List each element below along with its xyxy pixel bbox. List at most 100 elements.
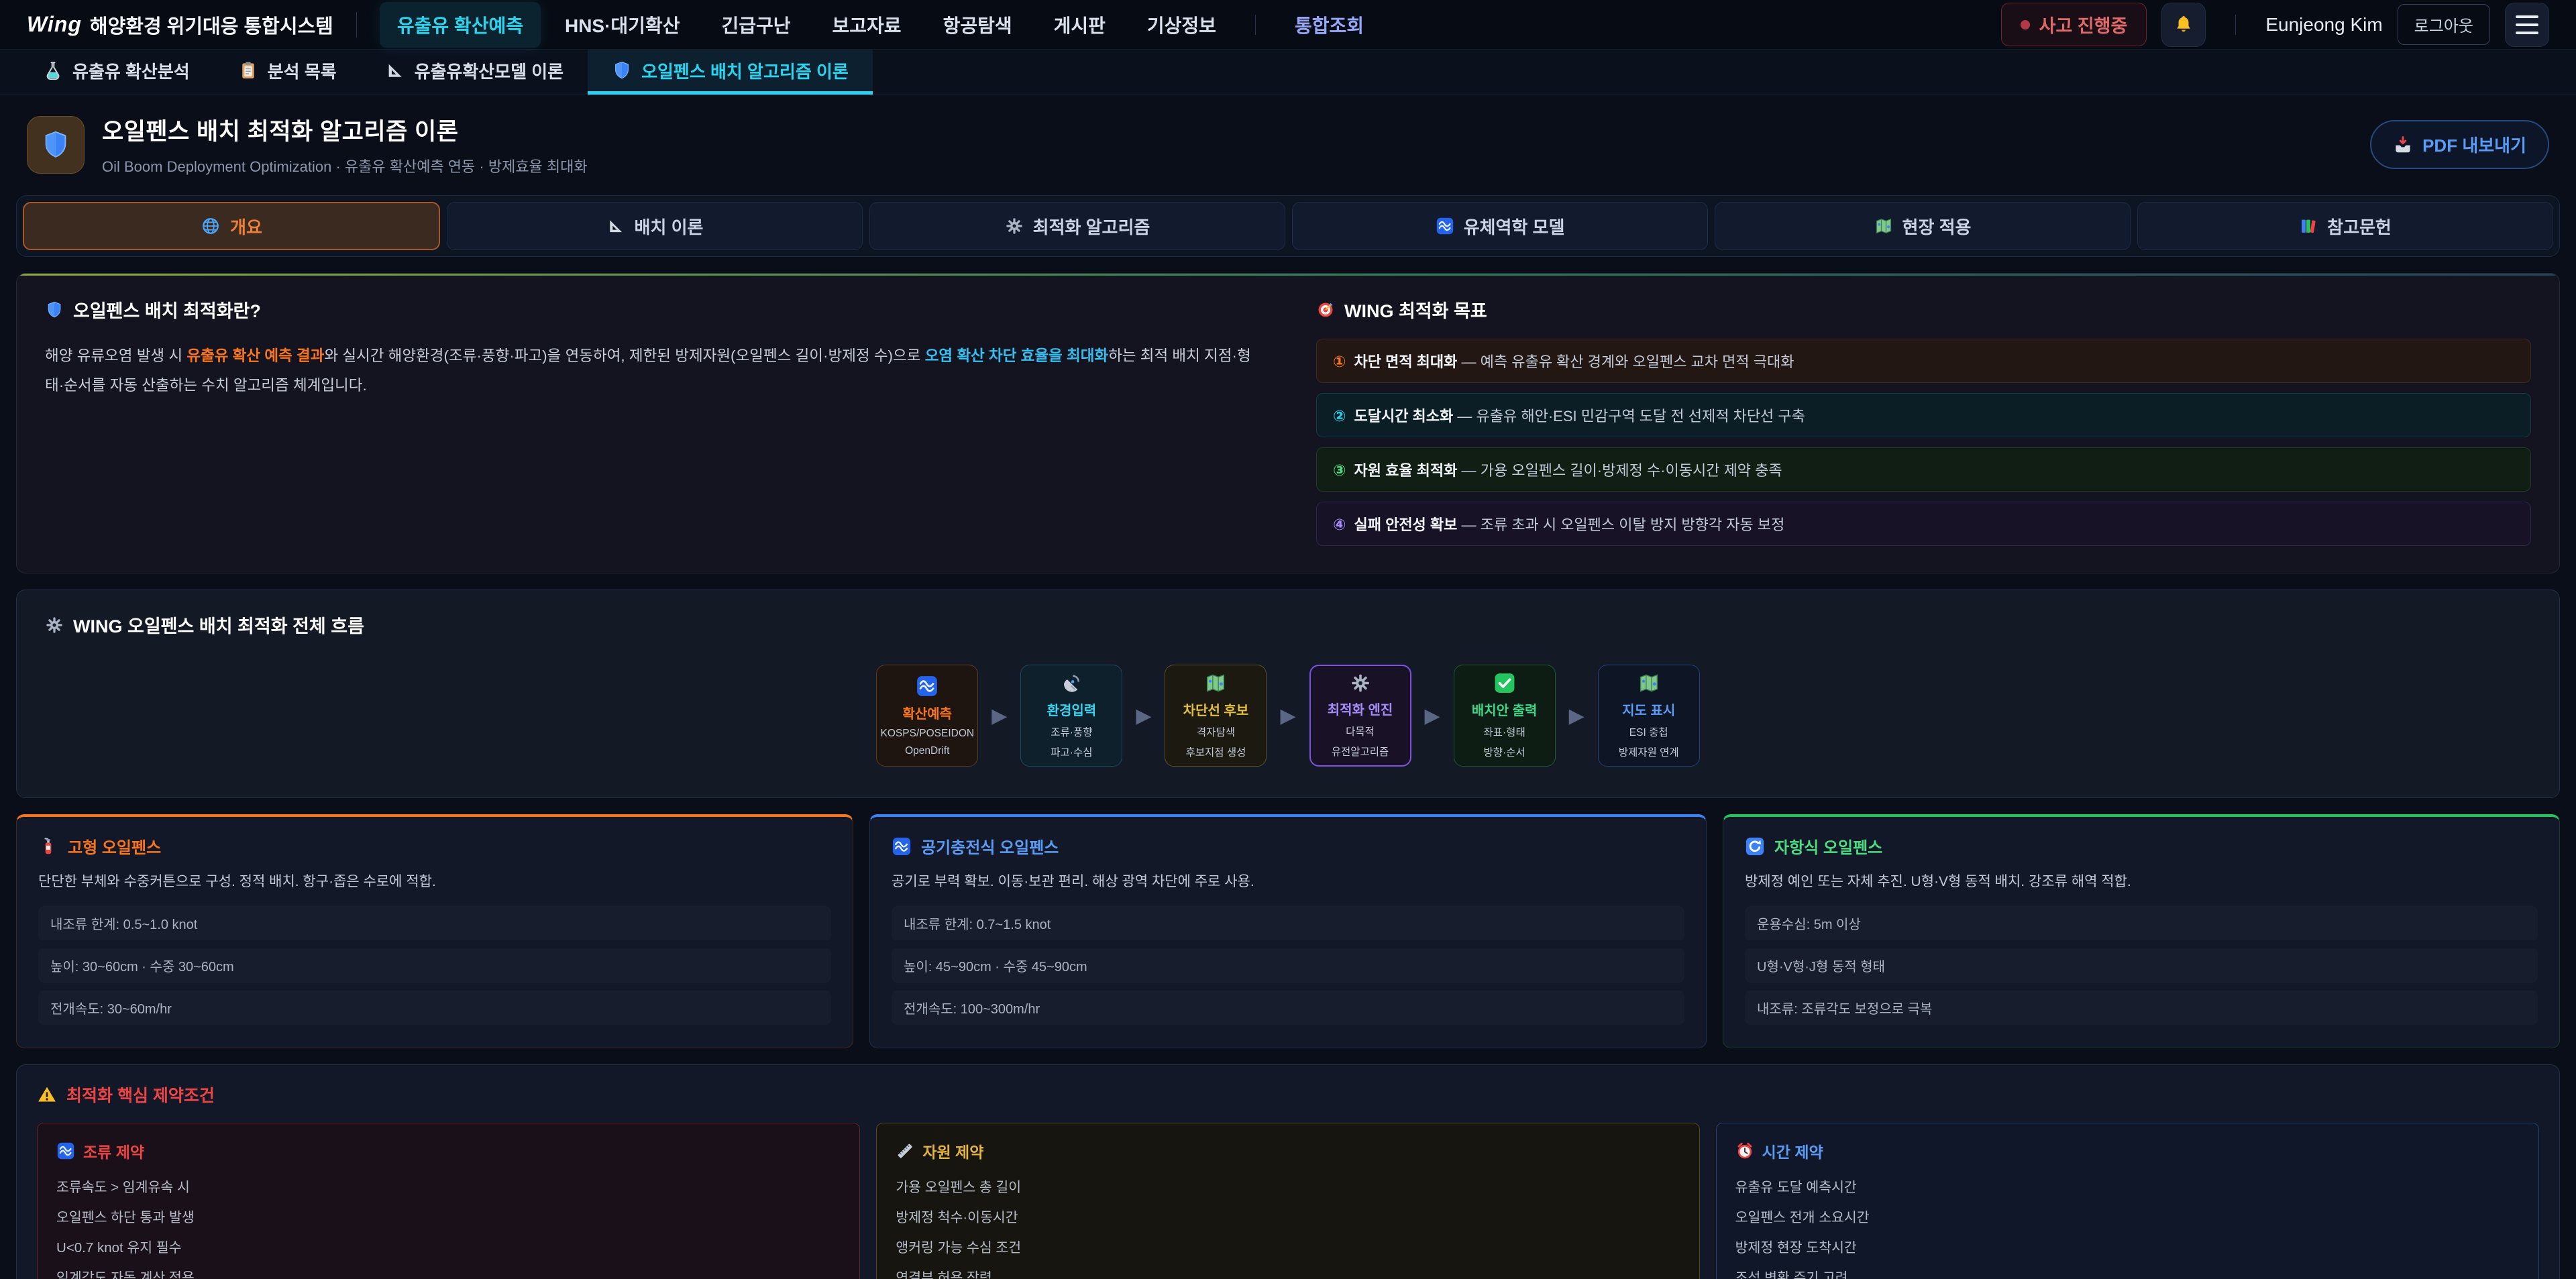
constraint-card-current: 조류 제약 조류속도 > 임계유속 시 오일펜스 하단 통과 발생 U<0.7 … (37, 1123, 860, 1279)
section-tab-bar: 개요 배치 이론 최적화 알고리즘 유체역학 모델 현장 적용 참고문헌 (16, 195, 2560, 257)
flow-heading: WING 오일펜스 배치 최적화 전체 흐름 (73, 612, 364, 638)
check-icon (1493, 672, 1516, 694)
constraints-panel: 최적화 핵심 제약조건 조류 제약 조류속도 > 임계유속 시 오일펜스 하단 … (16, 1064, 2560, 1279)
highlight-maximize-blocking: 오염 확산 차단 효율을 최대화 (925, 347, 1108, 364)
map-icon (1874, 217, 1893, 235)
globe-icon (201, 216, 221, 236)
constraint-line: 조석 변환 주기 고려 (1735, 1266, 2520, 1279)
warning-icon (37, 1085, 57, 1105)
flow-step-barrier-candidates: 차단선 후보 격자탐색 후보지점 생성 (1165, 665, 1267, 767)
logout-button[interactable]: 로그아웃 (2398, 4, 2490, 45)
arrow-right-icon: ▶ (1136, 704, 1151, 728)
notifications-button[interactable] (2161, 3, 2206, 47)
shield-icon (45, 300, 64, 319)
hamburger-icon (2516, 15, 2538, 34)
top-navbar: Wing 해양환경 위기대응 통합시스템 유출유 확산예측 HNS·대기확산 긴… (0, 0, 2576, 50)
boom-card-desc: 방제정 예인 또는 자체 추진. U형·V형 동적 배치. 강조류 해역 적합. (1745, 871, 2538, 893)
satellite-icon (1060, 672, 1083, 694)
nav-item-hns[interactable]: HNS·대기확산 (547, 2, 697, 48)
nav-item-oil-spill-prediction[interactable]: 유출유 확산예측 (380, 2, 541, 48)
extinguisher-icon (38, 836, 58, 856)
status-dot-icon (2021, 20, 2030, 30)
constraint-line: 오일펜스 하단 통과 발생 (56, 1206, 841, 1226)
books-icon (2299, 217, 2318, 235)
subtab-analysis-list[interactable]: 분석 목록 (214, 50, 361, 95)
constraint-line: 임계각도 자동 계산 적용 (56, 1266, 841, 1279)
goal-item: ③ 자원 효율 최적화 — 가용 오일펜스 길이·방제정 수·이동시간 제약 충… (1316, 447, 2531, 492)
constraint-line: 조류속도 > 임계유속 시 (56, 1176, 841, 1196)
nav-item-aerial-search[interactable]: 항공탐색 (926, 2, 1030, 48)
gear-icon (45, 616, 64, 634)
tab-optimization-algorithm[interactable]: 최적화 알고리즘 (869, 202, 1285, 250)
goals-section: WING 최적화 목표 ① 차단 면적 최대화 — 예측 유출유 확산 경계와 … (1316, 296, 2531, 546)
tab-label: 참고문헌 (2327, 214, 2392, 239)
divider (1255, 15, 1256, 35)
nav-item-reports[interactable]: 보고자료 (815, 2, 919, 48)
tab-field-application[interactable]: 현장 적용 (1715, 202, 2131, 250)
what-is-heading: 오일펜스 배치 최적화란? (73, 296, 261, 323)
spec-line: 내조류 한계: 0.5~1.0 knot (38, 906, 831, 940)
page-icon-box (27, 116, 85, 174)
boom-card-title: 고형 오일펜스 (68, 834, 161, 858)
goal-number: ③ (1333, 461, 1346, 480)
nav-item-weather[interactable]: 기상정보 (1130, 2, 1234, 48)
constraint-line: U<0.7 knot 유지 필수 (56, 1236, 841, 1256)
nav-item-rescue[interactable]: 긴급구난 (704, 2, 808, 48)
goal-item: ② 도달시간 최소화 — 유출유 해안·ESI 민감구역 도달 전 선제적 차단… (1316, 393, 2531, 437)
flow-panel: WING 오일펜스 배치 최적화 전체 흐름 확산예측 KOSPS/POSEID… (16, 590, 2560, 798)
constraint-line: 방제정 현장 도착시간 (1735, 1236, 2520, 1256)
app-title: 해양환경 위기대응 통합시스템 (90, 11, 333, 39)
subtab-diffusion-model-theory[interactable]: 유출유확산모델 이론 (361, 50, 588, 95)
spec-line: 내조류: 조류각도 보정으로 극복 (1745, 991, 2538, 1025)
boom-card-desc: 공기로 부력 확보. 이동·보관 편리. 해상 광역 차단에 주로 사용. (892, 871, 1684, 893)
flow-step-prediction: 확산예측 KOSPS/POSEIDON OpenDrift (876, 665, 978, 767)
wave-icon (1436, 217, 1454, 235)
goal-item: ④ 실패 안전성 확보 — 조류 초과 시 오일펜스 이탈 방지 방향각 자동 … (1316, 502, 2531, 546)
incident-status-badge: 사고 진행중 (2001, 3, 2147, 46)
boom-card-title: 자항식 오일펜스 (1774, 834, 1882, 858)
boom-card-self-propelled: 자항식 오일펜스 방제정 예인 또는 자체 추진. U형·V형 동적 배치. 강… (1723, 814, 2560, 1048)
constraint-card-resource: 자원 제약 가용 오일펜스 총 길이 방제정 척수·이동시간 앵커링 가능 수심… (876, 1123, 1699, 1279)
gear-icon (1349, 673, 1372, 693)
nav-item-integrated-search[interactable]: 통합조회 (1277, 2, 1381, 48)
main-content: 오일펜스 배치 최적화란? 해양 유류오염 발생 시 유출유 확산 예측 결과와… (0, 273, 2576, 1279)
tab-label: 배치 이론 (635, 214, 704, 239)
boom-card-solid: 고형 오일펜스 단단한 부체와 수중커튼으로 구성. 정적 배치. 항구·좁은 … (16, 814, 853, 1048)
arrow-right-icon: ▶ (1425, 704, 1440, 728)
menu-button[interactable] (2505, 3, 2549, 47)
page-header: 오일펜스 배치 최적화 알고리즘 이론 Oil Boom Deployment … (0, 95, 2576, 191)
constraint-title: 조류 제약 (83, 1139, 144, 1162)
nav-item-board[interactable]: 게시판 (1036, 2, 1123, 48)
subtab-spill-analysis[interactable]: 유출유 확산분석 (19, 50, 214, 95)
user-name: Eunjeong Kim (2265, 14, 2382, 36)
pdf-export-button[interactable]: PDF 내보내기 (2370, 120, 2549, 169)
arrow-right-icon: ▶ (1569, 704, 1585, 728)
what-is-paragraph: 해양 유류오염 발생 시 유출유 확산 예측 결과와 실시간 해양환경(조류·풍… (45, 341, 1260, 400)
flow-step-map-display: 지도 표시 ESI 중첩 방제자원 연계 (1598, 665, 1700, 767)
download-icon (2393, 135, 2413, 155)
boom-type-cards: 고형 오일펜스 단단한 부체와 수중커튼으로 구성. 정적 배치. 항구·좁은 … (16, 814, 2560, 1048)
tab-hydrodynamics-model[interactable]: 유체역학 모델 (1292, 202, 1708, 250)
tab-references[interactable]: 참고문헌 (2137, 202, 2553, 250)
constraint-line: 오일펜스 전개 소요시간 (1735, 1206, 2520, 1226)
page-title: 오일펜스 배치 최적화 알고리즘 이론 (102, 113, 2370, 147)
wave-icon (916, 675, 938, 698)
flow-diagram: 확산예측 KOSPS/POSEIDON OpenDrift ▶ 환경입력 조류·… (45, 665, 2531, 767)
shield-icon (612, 60, 632, 80)
boom-card-title: 공기충전식 오일펜스 (921, 834, 1059, 858)
highlight-prediction-result: 유출유 확산 예측 결과 (186, 347, 324, 364)
wave-icon (56, 1142, 75, 1160)
spec-line: 내조류 한계: 0.7~1.5 knot (892, 906, 1684, 940)
tab-overview[interactable]: 개요 (23, 202, 440, 250)
tab-label: 유체역학 모델 (1464, 214, 1565, 239)
tab-deployment-theory[interactable]: 배치 이론 (447, 202, 863, 250)
constraint-line: 유출유 도달 예측시간 (1735, 1176, 2520, 1196)
flow-step-optimization-engine: 최적화 엔진 다목적 유전알고리즘 (1309, 665, 1411, 767)
rotate-icon (1745, 836, 1765, 856)
divider (356, 12, 357, 38)
overview-panel: 오일펜스 배치 최적화란? 해양 유류오염 발생 시 유출유 확산 예측 결과와… (16, 273, 2560, 573)
clipboard-icon (238, 60, 258, 80)
goal-item: ① 차단 면적 최대화 — 예측 유출유 확산 경계와 오일펜스 교차 면적 극… (1316, 339, 2531, 383)
spec-line: 운용수심: 5m 이상 (1745, 906, 2538, 940)
subtab-boom-algorithm-theory[interactable]: 오일펜스 배치 알고리즘 이론 (588, 50, 873, 95)
